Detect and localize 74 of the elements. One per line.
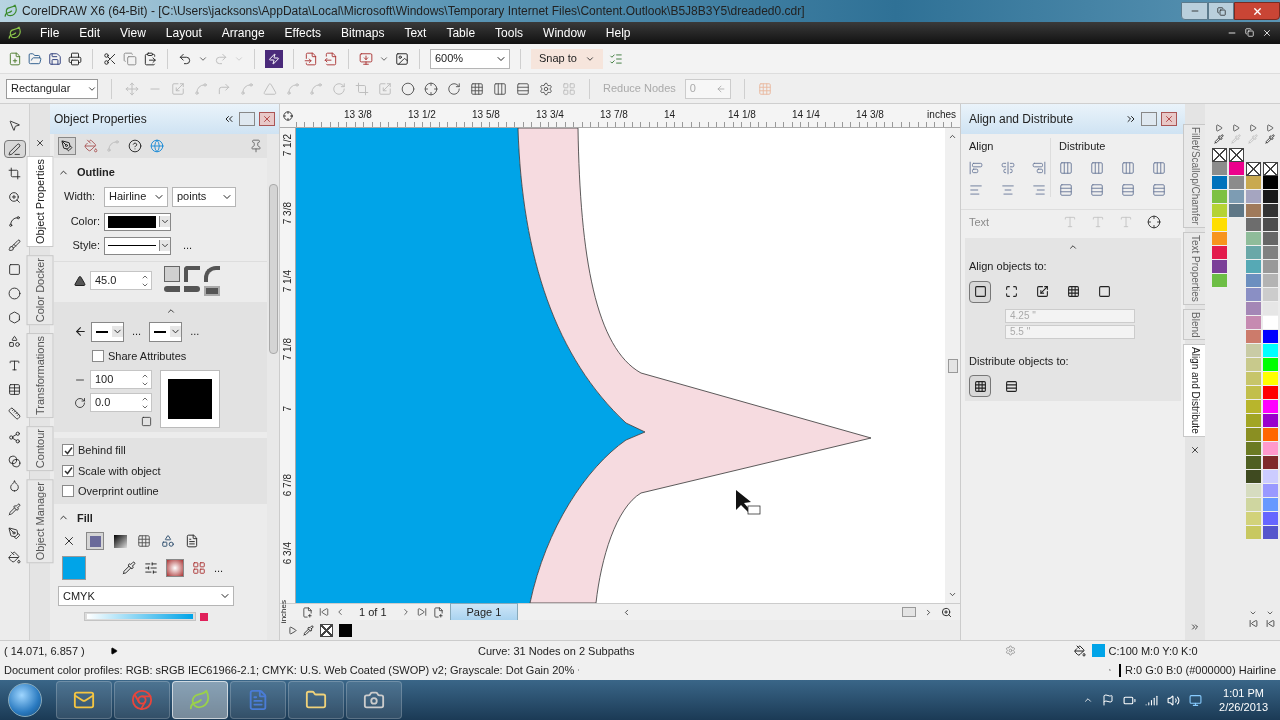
cursor-position: ( 14.071, 6.857 ) xyxy=(4,643,86,659)
menu-item[interactable]: Help xyxy=(595,24,641,42)
color-profiles: Document color profiles: RGB: sRGB IEC61966-2.1; CMYK: U.S. Web Coated (SWOP) v2; Grayscale: Dot Gain 20% xyxy=(4,663,575,678)
style-label: Style: xyxy=(71,238,100,254)
docker-title: Align and Distribute xyxy=(969,111,1074,128)
ruler-label: 7 xyxy=(281,406,294,412)
docker-title: Object Properties xyxy=(54,111,147,128)
ruler-label: 14 1/4 xyxy=(792,108,821,122)
ruler-label: 7 1/8 xyxy=(281,338,294,361)
ruler-label: 13 3/8 xyxy=(344,108,373,122)
ruler-label: 13 1/2 xyxy=(408,108,437,122)
angle-field[interactable]: 0.0 xyxy=(90,393,152,412)
page-count: 1 of 1 xyxy=(359,604,387,620)
reduce-nodes-label: Reduce Nodes xyxy=(603,81,676,97)
miter-field[interactable]: 45.0 xyxy=(90,271,152,290)
docker-tab[interactable]: Color Docker xyxy=(26,255,54,326)
section-label: Text xyxy=(969,214,990,230)
section-label: Distribute xyxy=(1059,139,1107,154)
width-dropdown[interactable]: Hairline xyxy=(104,186,168,207)
more-button[interactable]: ... xyxy=(214,559,224,577)
stretch-field[interactable]: 100 xyxy=(90,370,152,389)
more-button[interactable]: ... xyxy=(183,237,193,254)
color-model-dropdown[interactable]: CMYK xyxy=(58,586,234,606)
menu-item[interactable]: Tools xyxy=(485,24,534,42)
menu-item[interactable]: Table xyxy=(436,24,486,42)
docker-tab[interactable]: Object Manager xyxy=(26,479,54,564)
docker-tab[interactable]: Transformations xyxy=(26,333,54,419)
ruler-label: 6 3/4 xyxy=(281,542,294,565)
clock-time: 1:01 PM xyxy=(1223,686,1264,700)
ruler-unit: inches xyxy=(927,108,957,122)
ruler-label: 13 3/4 xyxy=(536,108,565,122)
menu-item[interactable]: Effects xyxy=(274,24,332,42)
menu-item[interactable]: File xyxy=(30,24,70,42)
width-label: Width: xyxy=(64,189,97,205)
fill-value: C:100 M:0 Y:0 K:0 xyxy=(1108,643,1198,659)
ruler-label: 6 7/8 xyxy=(281,474,294,497)
ruler-label: 13 7/8 xyxy=(600,108,629,122)
units-dropdown[interactable]: points xyxy=(172,186,236,207)
section-label: Align objects to: xyxy=(969,259,1048,274)
ruler-label: 14 xyxy=(664,108,677,122)
checkbox-label: Overprint outline xyxy=(78,484,159,499)
docker-tab[interactable]: Contour xyxy=(26,426,54,472)
menu-item[interactable]: Text xyxy=(394,24,437,42)
ruler-label: 14 1/8 xyxy=(728,108,757,122)
ruler-label: 14 3/8 xyxy=(856,108,885,122)
window-title: CorelDRAW X6 (64-Bit) - [C:\Users\jacksons\AppData\Local\Microsoft\Windows\Temporary Internet Files\Content.Outlook\B5J8B3Y5\dreaded0.cdr] xyxy=(22,3,805,20)
checkbox-label: Scale with object xyxy=(78,463,161,479)
docker-tab[interactable]: Object Properties xyxy=(26,156,54,247)
menu-item[interactable]: Arrange xyxy=(211,24,275,42)
more-button[interactable]: ... xyxy=(132,323,142,340)
menu-item[interactable]: Window xyxy=(533,24,596,42)
section-label: Distribute objects to: xyxy=(969,353,1070,369)
section-label: Align xyxy=(969,139,995,154)
section-title: Fill xyxy=(77,510,93,526)
menu-item[interactable]: Edit xyxy=(69,24,111,42)
menu-item[interactable]: Bitmaps xyxy=(331,24,395,42)
ruler-label: 13 5/8 xyxy=(472,108,501,122)
selection-mode-dropdown[interactable]: Rectangular xyxy=(6,78,98,99)
ruler-label: 7 1/4 xyxy=(281,270,294,293)
section-title: Outline xyxy=(77,165,115,180)
menu-item[interactable]: View xyxy=(110,24,156,42)
snap-dropdown[interactable]: Snap to xyxy=(531,48,603,69)
more-button[interactable]: ... xyxy=(190,323,200,340)
outline-value: R:0 G:0 B:0 (#000000) Hairline xyxy=(1124,663,1276,678)
zoom-dropdown[interactable]: 600% xyxy=(430,48,510,69)
checkbox-label: Behind fill xyxy=(78,443,126,458)
clock-date: 2/26/2013 xyxy=(1219,700,1268,714)
menu-item[interactable]: Layout xyxy=(155,24,212,42)
ruler-label: 7 1/2 xyxy=(281,134,294,157)
ruler-unit: inches xyxy=(280,600,289,624)
selection-info: Curve: 31 Nodes on 2 Subpaths xyxy=(478,643,635,659)
checkbox-label: Share Attributes xyxy=(108,348,187,364)
ruler-label: 7 3/8 xyxy=(281,202,294,225)
color-label: Color: xyxy=(69,214,100,230)
